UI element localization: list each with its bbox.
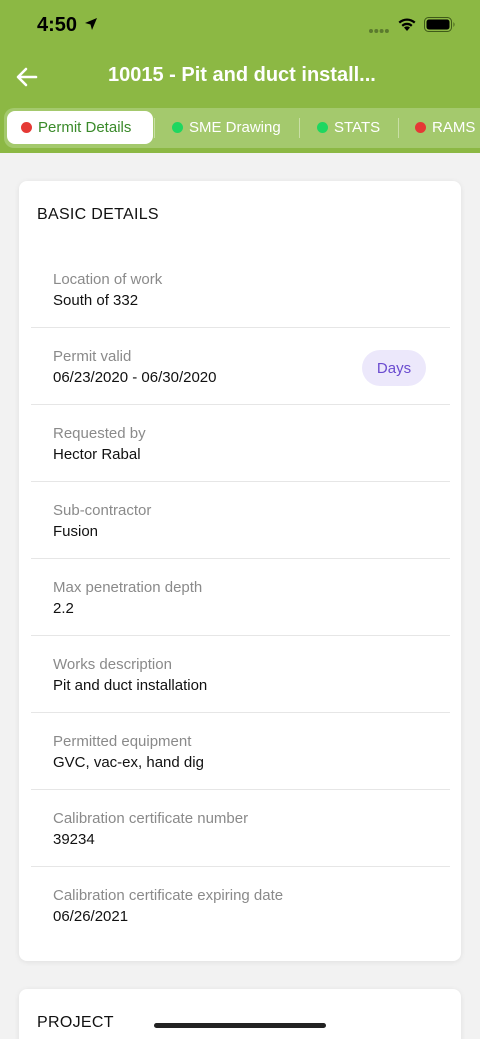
field-label: Permit valid: [53, 348, 132, 365]
status-dot-icon: [172, 122, 183, 133]
field-requested-by: Requested by Hector Rabal: [31, 405, 450, 482]
tab-divider: [299, 118, 300, 138]
tab-label: RAMS: [432, 119, 476, 136]
basic-details-card: BASIC DETAILS Location of work South of …: [19, 181, 461, 961]
field-value: 39234: [53, 831, 95, 848]
app-header: 4:50 10015 - Pit and duct install... Per…: [0, 0, 480, 153]
field-value: Pit and duct installation: [53, 677, 208, 694]
field-value: Hector Rabal: [53, 446, 141, 463]
field-calibration-certificate-number: Calibration certificate number 39234: [31, 790, 450, 867]
home-indicator[interactable]: [154, 1023, 326, 1028]
section-title: PROJECT: [37, 1014, 114, 1031]
field-works-description: Works description Pit and duct installat…: [31, 636, 450, 713]
field-label: Max penetration depth: [53, 579, 203, 596]
days-button[interactable]: Days: [362, 350, 426, 386]
status-bar: 4:50: [0, 0, 480, 50]
page-title: 10015 - Pit and duct install...: [108, 64, 376, 86]
field-value: South of 332: [53, 292, 139, 309]
field-value: 2.2: [53, 600, 74, 617]
status-dot-icon: [415, 122, 426, 133]
tab-label: STATS: [334, 119, 381, 136]
tab-label: Permit Details: [38, 119, 132, 136]
project-card: PROJECT: [19, 989, 461, 1039]
field-permit-valid: Permit valid 06/23/2020 - 06/30/2020 Day…: [31, 328, 450, 405]
tab-permit-details[interactable]: Permit Details: [7, 111, 153, 144]
field-label: Calibration certificate number: [53, 810, 249, 827]
status-time: 4:50: [37, 14, 78, 36]
status-dot-icon: [21, 122, 32, 133]
cellular-signal-icon: [369, 29, 389, 33]
tab-divider: [154, 118, 155, 138]
field-value: 06/26/2021: [53, 908, 129, 925]
field-permitted-equipment: Permitted equipment GVC, vac-ex, hand di…: [31, 713, 450, 790]
field-sub-contractor: Sub-contractor Fusion: [31, 482, 450, 559]
field-max-penetration-depth: Max penetration depth 2.2: [31, 559, 450, 636]
field-calibration-certificate-expiring-date: Calibration certificate expiring date 06…: [31, 867, 450, 944]
status-dot-icon: [317, 122, 328, 133]
field-label: Requested by: [53, 425, 146, 442]
field-label: Calibration certificate expiring date: [53, 887, 284, 904]
tab-stats[interactable]: STATS: [303, 111, 398, 144]
field-label: Sub-contractor: [53, 502, 152, 519]
wifi-icon: [398, 18, 416, 31]
field-value: Fusion: [53, 523, 99, 540]
tab-divider: [398, 118, 399, 138]
field-value: 06/23/2020 - 06/30/2020: [53, 369, 217, 386]
back-arrow-icon[interactable]: [14, 64, 40, 90]
field-label: Permitted equipment: [53, 733, 192, 750]
field-value: GVC, vac-ex, hand dig: [53, 754, 204, 771]
tab-bar: Permit Details SME Drawing STATS RAMS: [4, 108, 480, 148]
navigation-bar: 10015 - Pit and duct install...: [0, 52, 480, 102]
field-label: Works description: [53, 656, 172, 673]
tab-label: SME Drawing: [189, 119, 281, 136]
field-label: Location of work: [53, 271, 163, 288]
field-location-of-work: Location of work South of 332: [31, 251, 450, 328]
battery-icon: [424, 17, 455, 32]
section-title: BASIC DETAILS: [37, 206, 159, 223]
tab-sme-drawing[interactable]: SME Drawing: [158, 111, 298, 144]
location-arrow-icon: [85, 18, 97, 30]
tab-rams[interactable]: RAMS: [401, 111, 480, 144]
